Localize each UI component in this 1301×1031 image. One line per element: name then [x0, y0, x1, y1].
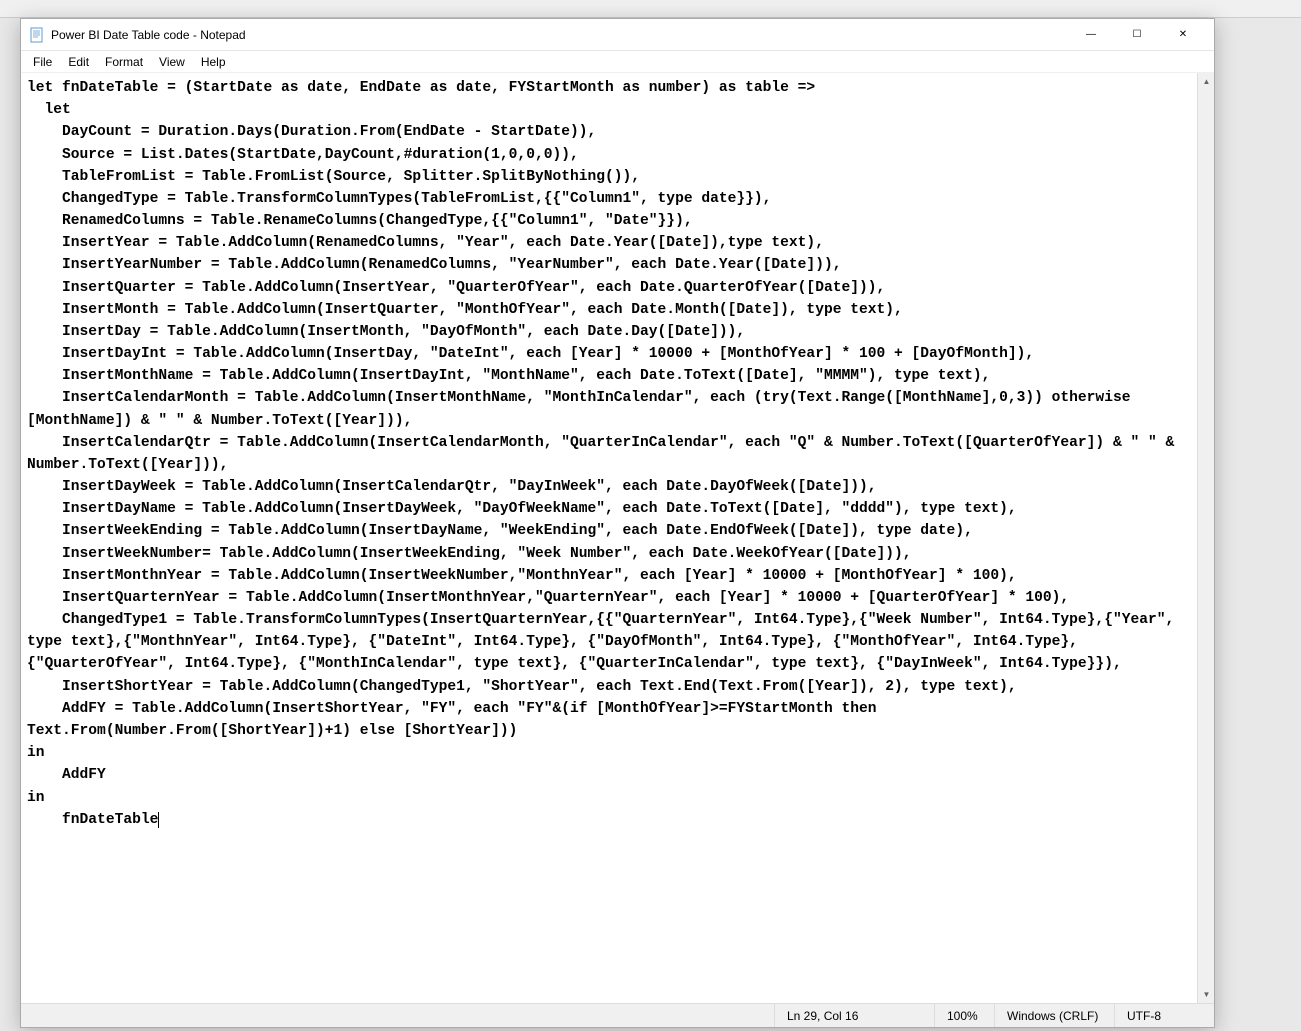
title-bar[interactable]: Power BI Date Table code - Notepad — ☐ ✕ — [21, 19, 1214, 51]
menu-help[interactable]: Help — [193, 53, 234, 71]
notepad-window: Power BI Date Table code - Notepad — ☐ ✕… — [20, 18, 1215, 1028]
notepad-icon — [29, 27, 45, 43]
background-app-hint — [0, 0, 1301, 18]
editor-container: let fnDateTable = (StartDate as date, En… — [21, 73, 1214, 1003]
maximize-button[interactable]: ☐ — [1114, 19, 1160, 51]
status-position: Ln 29, Col 16 — [774, 1004, 934, 1027]
text-editor[interactable]: let fnDateTable = (StartDate as date, En… — [21, 73, 1197, 1003]
scrollbar-up-arrow[interactable]: ▲ — [1198, 73, 1214, 90]
menu-file[interactable]: File — [25, 53, 60, 71]
text-cursor — [158, 812, 159, 828]
menu-view[interactable]: View — [151, 53, 193, 71]
close-button[interactable]: ✕ — [1160, 19, 1206, 51]
editor-content: let fnDateTable = (StartDate as date, En… — [27, 80, 1183, 828]
vertical-scrollbar[interactable]: ▲ ▼ — [1197, 73, 1214, 1003]
window-controls: — ☐ ✕ — [1068, 19, 1206, 50]
status-bar: Ln 29, Col 16 100% Windows (CRLF) UTF-8 — [21, 1003, 1214, 1027]
status-line-ending: Windows (CRLF) — [994, 1004, 1114, 1027]
minimize-button[interactable]: — — [1068, 19, 1114, 51]
menu-edit[interactable]: Edit — [60, 53, 97, 71]
scrollbar-down-arrow[interactable]: ▼ — [1198, 986, 1214, 1003]
status-encoding: UTF-8 — [1114, 1004, 1214, 1027]
status-zoom: 100% — [934, 1004, 994, 1027]
menu-bar: File Edit Format View Help — [21, 51, 1214, 73]
window-title: Power BI Date Table code - Notepad — [51, 28, 1068, 42]
menu-format[interactable]: Format — [97, 53, 151, 71]
